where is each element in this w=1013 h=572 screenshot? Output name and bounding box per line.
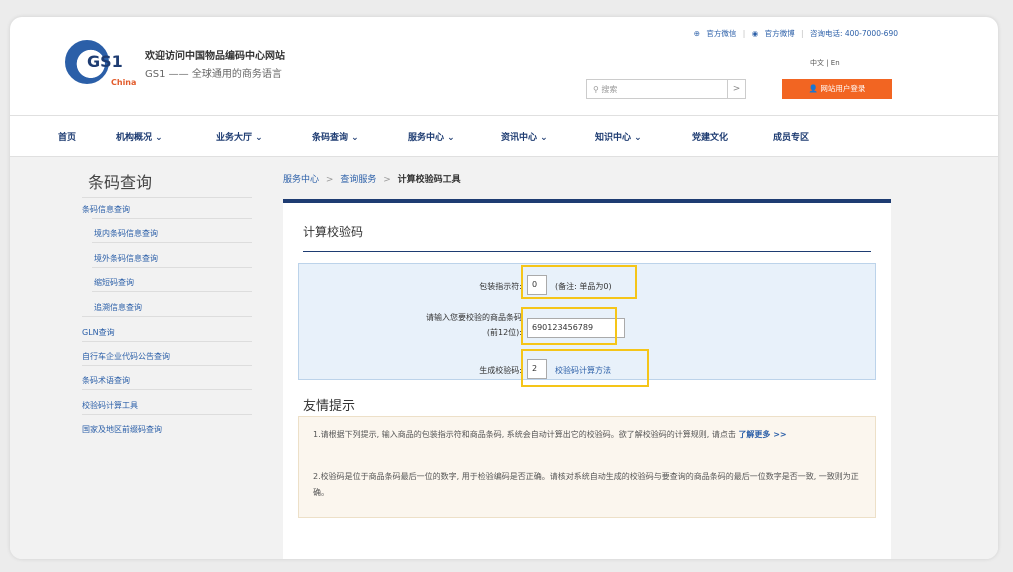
- divider: [303, 251, 871, 252]
- nav-item-party[interactable]: 党建文化: [692, 130, 728, 143]
- logo-sub: China: [111, 78, 137, 87]
- divider: [82, 316, 252, 317]
- divider: [82, 389, 252, 390]
- page-card: GS1 China 欢迎访问中国物品编码中心网站 GS1 —— 全球通用的商务语…: [10, 17, 998, 559]
- indicator-label: 包装指示符:: [479, 282, 522, 291]
- sidebar-title: 条码查询: [88, 173, 153, 192]
- welcome-text: 欢迎访问中国物品编码中心网站: [145, 51, 285, 62]
- search-placeholder: 搜索: [601, 85, 618, 94]
- nav-item-business[interactable]: 业务大厅 ⌄: [216, 130, 263, 143]
- sidebar-item-check-digit[interactable]: 校验码计算工具: [82, 400, 138, 411]
- login-button[interactable]: 👤 网站用户登录: [782, 79, 892, 99]
- nav-item-members[interactable]: 成员专区: [773, 130, 809, 143]
- sidebar-item-barcode-info[interactable]: 条码信息查询: [82, 204, 130, 215]
- tip-1: 1.请根据下列提示, 输入商品的包装指示符和商品条码, 系统会自动计算出它的校验…: [313, 427, 863, 443]
- barcode-label-sub: (前12位):: [486, 328, 522, 337]
- sidebar-item-trace[interactable]: 追溯信息查询: [94, 302, 142, 313]
- main-nav: 首页 机构概况 ⌄ 业务大厅 ⌄ 条码查询 ⌄ 服务中心 ⌄ 资讯中心 ⌄ 知识…: [10, 115, 998, 157]
- tips-title: 友情提示: [303, 399, 356, 414]
- calculator-panel: 计算校验码 包装指示符: 0 (备注: 单品为0) 请输入您要校验的商品条码 (…: [283, 199, 891, 559]
- sidebar-item-prefix[interactable]: 国家及地区前缀码查询: [82, 424, 162, 435]
- sidebar-item-terms[interactable]: 条码术语查询: [82, 375, 130, 386]
- divider: |: [742, 29, 746, 38]
- nav-item-barcode[interactable]: 条码查询 ⌄: [312, 130, 359, 143]
- sidebar-item-bicycle[interactable]: 自行车企业代码公告查询: [82, 351, 170, 362]
- divider: [92, 218, 252, 219]
- wechat-icon: ⊕: [693, 29, 700, 38]
- sidebar: 条码查询 条码信息查询 境内条码信息查询 境外条码信息查询 缩短码查询 追溯信息…: [78, 157, 256, 559]
- divider: [82, 341, 252, 342]
- nav-item-about[interactable]: 机构概况 ⌄: [116, 130, 163, 143]
- divider: |: [801, 29, 804, 38]
- check-digit-label: 生成校验码:: [479, 366, 522, 375]
- breadcrumb-sep: >: [325, 175, 334, 185]
- breadcrumb: 服务中心 > 查询服务 > 计算校验码工具: [283, 172, 461, 185]
- content-area: 条码查询 条码信息查询 境内条码信息查询 境外条码信息查询 缩短码查询 追溯信息…: [10, 157, 998, 559]
- logo-text: GS1: [87, 52, 123, 71]
- panel-title: 计算校验码: [303, 225, 364, 239]
- breadcrumb-current: 计算校验码工具: [397, 175, 461, 185]
- login-label: 网站用户登录: [820, 84, 866, 93]
- nav-item-service[interactable]: 服务中心 ⌄: [408, 130, 455, 143]
- nav-item-knowledge[interactable]: 知识中心 ⌄: [595, 130, 642, 143]
- divider: [92, 267, 252, 268]
- tip-2: 2.校验码是位于商品条码最后一位的数字, 用于检验编码是否正确。请核对系统自动生…: [313, 472, 859, 497]
- breadcrumb-service[interactable]: 服务中心: [283, 175, 319, 185]
- site-header: GS1 China 欢迎访问中国物品编码中心网站 GS1 —— 全球通用的商务语…: [10, 17, 998, 115]
- tips-box: 1.请根据下列提示, 输入商品的包装指示符和商品条码, 系统会自动计算出它的校验…: [298, 416, 876, 518]
- sidebar-item-gln[interactable]: GLN查询: [82, 327, 115, 338]
- divider: [82, 365, 252, 366]
- divider: [82, 414, 252, 415]
- slogan-text: GS1 —— 全球通用的商务语言: [145, 69, 282, 80]
- nav-item-news[interactable]: 资讯中心 ⌄: [501, 130, 548, 143]
- sidebar-item-domestic[interactable]: 境内条码信息查询: [94, 228, 158, 239]
- main-panel: 服务中心 > 查询服务 > 计算校验码工具 计算校验码 包装指示符: 0 (备注…: [283, 157, 923, 559]
- barcode-label: 请输入您要校验的商品条码: [426, 313, 522, 322]
- hotline-text: 咨询电话: 400-7000-690: [809, 29, 898, 38]
- highlight-box: [521, 349, 649, 387]
- sidebar-item-overseas[interactable]: 境外条码信息查询: [94, 253, 158, 264]
- highlight-box: [521, 307, 617, 345]
- search-button[interactable]: >: [727, 79, 746, 99]
- tip-1-text: 1.请根据下列提示, 输入商品的包装指示符和商品条码, 系统会自动计算出它的校验…: [313, 430, 736, 439]
- breadcrumb-sep: >: [383, 175, 391, 185]
- learn-more-link[interactable]: 了解更多 >>: [738, 430, 786, 439]
- weibo-link[interactable]: 官方微博: [765, 29, 795, 38]
- wechat-link[interactable]: 官方微信: [706, 29, 736, 38]
- search-input[interactable]: ⚲ 搜索: [586, 79, 746, 99]
- top-links: ⊕ 官方微信 | ◉ 官方微博 | 咨询电话: 400-7000-690: [690, 28, 898, 39]
- divider: [82, 197, 252, 198]
- divider: [92, 291, 252, 292]
- user-icon: 👤: [808, 84, 821, 93]
- sidebar-item-short-code[interactable]: 缩短码查询: [94, 277, 134, 288]
- weibo-icon: ◉: [751, 29, 759, 38]
- divider: [92, 242, 252, 243]
- language-switch[interactable]: 中文 | En: [810, 58, 840, 68]
- gs1-logo[interactable]: GS1 China: [65, 40, 137, 90]
- nav-item-home[interactable]: 首页: [58, 130, 76, 143]
- highlight-box: [521, 265, 637, 299]
- breadcrumb-query[interactable]: 查询服务: [340, 175, 376, 185]
